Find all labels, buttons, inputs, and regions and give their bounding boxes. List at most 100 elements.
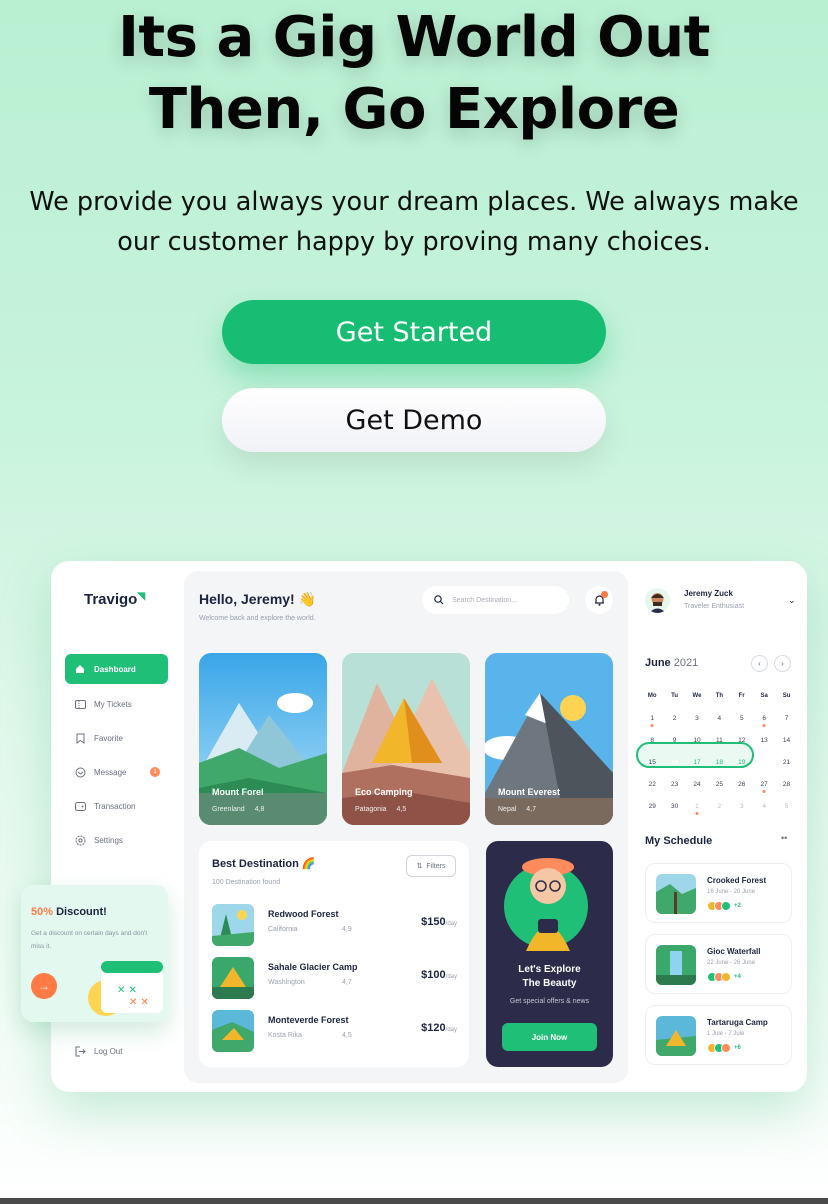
hero-subtitle: We provide you always your dream places.…	[10, 182, 818, 262]
destination-card-mount-forel[interactable]: Mount Forel Greenland 4,8	[199, 653, 327, 825]
app-logo[interactable]: Travigo◥	[84, 591, 145, 608]
calendar-day[interactable]: 22	[641, 781, 663, 788]
destination-location: California	[268, 926, 298, 933]
calendar-day[interactable]: 13	[753, 737, 775, 744]
schedule-item[interactable]: Tartaruga Camp 1 Jule - 7 Jule +6	[645, 1005, 792, 1065]
calendar-day[interactable]: 9	[663, 737, 685, 744]
calendar-week: 22 23 24 25 26 27 28	[641, 773, 798, 795]
calendar-day[interactable]: 7	[775, 715, 797, 722]
schedule-name: Crooked Forest	[707, 876, 767, 885]
destination-price: $150/day	[421, 916, 457, 928]
calendar-day[interactable]: 23	[663, 781, 685, 788]
calendar-day[interactable]: 19	[731, 759, 753, 766]
sort-icon: ⇅	[416, 863, 423, 870]
calendar-month: June 2021	[645, 657, 699, 669]
calendar-day[interactable]: 3	[731, 803, 753, 810]
hero-title-line1: Its a Gig World Out	[118, 5, 710, 70]
sidebar-item-favorite[interactable]: Favorite	[65, 723, 168, 753]
calendar-day[interactable]: 20	[753, 759, 775, 766]
calendar-day[interactable]: 11	[708, 737, 730, 744]
calendar-day[interactable]: 12	[731, 737, 753, 744]
schedule-item[interactable]: Crooked Forest 16 June - 20 June +2	[645, 863, 792, 923]
calendar-day[interactable]: 5	[775, 803, 797, 810]
schedule-item[interactable]: Gioc Waterfall 22 June - 26 June +4	[645, 934, 792, 994]
chevron-down-icon[interactable]: ⌄	[788, 595, 796, 606]
card-meta: Greenland 4,8	[212, 806, 264, 813]
discount-arrow-button[interactable]: →	[31, 973, 57, 999]
destination-card-eco-camping[interactable]: Eco Camping Patagonia 4,5	[342, 653, 470, 825]
weekday-label: Fr	[738, 693, 745, 699]
calendar-day[interactable]: 2	[708, 803, 730, 810]
calendar-day[interactable]: 1	[686, 803, 708, 815]
calendar-day[interactable]: 1	[641, 715, 663, 727]
event-dot	[762, 723, 766, 727]
prev-month-button[interactable]: ‹	[751, 655, 768, 672]
weekday-label: We	[692, 693, 702, 699]
calendar-day[interactable]: 4	[753, 803, 775, 810]
calendar-day[interactable]: 10	[686, 737, 708, 744]
sidebar-item-transaction[interactable]: Transaction	[65, 791, 168, 821]
calendar-day[interactable]: 29	[641, 803, 663, 810]
get-demo-button[interactable]: Get Demo	[222, 388, 606, 452]
calendar-day[interactable]: 4	[708, 715, 730, 722]
card-location: Patagonia	[355, 806, 387, 813]
next-month-button[interactable]: ›	[774, 655, 791, 672]
calendar-day[interactable]: 5	[731, 715, 753, 722]
calendar-week: 29 30 1 2 3 4 5	[641, 795, 798, 817]
avatar[interactable]	[645, 588, 670, 613]
calendar-day[interactable]: 27	[753, 781, 775, 793]
sidebar-item-label: Favorite	[94, 733, 123, 743]
calendar-day[interactable]: 14	[775, 737, 797, 744]
card-rating: 4,7	[526, 806, 537, 813]
calendar-day[interactable]: 2	[663, 715, 685, 722]
destination-price: $100/day	[421, 969, 457, 981]
card-location: Nepal	[498, 806, 517, 813]
chevron-right-icon: ›	[781, 659, 784, 668]
calendar-day[interactable]: 24	[686, 781, 708, 788]
get-started-button[interactable]: Get Started	[222, 300, 606, 364]
eco-camping-illustration	[342, 653, 470, 825]
participants: +6	[707, 1043, 741, 1053]
hero-title-line2: Then, Go Explore	[148, 77, 680, 142]
sidebar-item-message[interactable]: Message 1	[65, 757, 168, 787]
destination-card-mount-everest[interactable]: Mount Everest Nepal 4,7	[485, 653, 613, 825]
calendar-day[interactable]: 3	[686, 715, 708, 722]
destination-location: Washington	[268, 979, 305, 986]
greeting: Hello, Jeremy! 👋	[199, 591, 317, 607]
calendar-day[interactable]: 16	[663, 759, 685, 766]
weekday-label: Tu	[671, 693, 679, 699]
calendar-day[interactable]: 6	[753, 715, 775, 727]
join-now-button[interactable]: Join Now	[502, 1023, 597, 1051]
search-placeholder: Search Destination...	[452, 596, 517, 604]
sidebar-item-dashboard[interactable]: Dashboard	[65, 654, 168, 684]
calendar-day[interactable]: 18	[708, 759, 730, 766]
promo-card: Let's Explore The Beauty Get special offe…	[486, 841, 613, 1067]
best-destination-count: 100 Destination found	[212, 879, 281, 886]
sidebar-item-settings[interactable]: Settings	[65, 825, 168, 855]
list-item[interactable]: Redwood Forest California 4,9 $150/day	[212, 904, 457, 948]
calendar-day[interactable]: 30	[663, 803, 685, 810]
user-role: Traveler Enthusiast	[684, 603, 745, 610]
sidebar-item-label: Dashboard	[94, 664, 136, 674]
calendar-day[interactable]: 26	[731, 781, 753, 788]
filters-button[interactable]: ⇅ Filters	[406, 855, 456, 877]
calendar-day[interactable]: 21	[775, 759, 797, 766]
message-icon	[74, 766, 86, 778]
svg-text:✕ ✕: ✕ ✕	[129, 997, 149, 1008]
welcome-text: Welcome back and explore the world.	[199, 615, 316, 622]
schedule-date: 16 June - 20 June	[707, 889, 756, 895]
list-item[interactable]: Sahale Glacier Camp Washington 4,7 $100/…	[212, 957, 457, 1001]
logout-button[interactable]: Log Out	[75, 1046, 122, 1057]
calendar-day[interactable]: 15	[641, 759, 663, 766]
sidebar-item-my-tickets[interactable]: My Tickets	[65, 689, 168, 719]
search-input[interactable]: Search Destination...	[422, 586, 569, 614]
calendar-day[interactable]: 25	[708, 781, 730, 788]
calendar-day[interactable]: 8	[641, 737, 663, 744]
message-badge: 1	[150, 767, 160, 777]
notification-button[interactable]	[585, 586, 613, 614]
calendar-day[interactable]: 28	[775, 781, 797, 788]
calendar-day[interactable]: 17	[686, 759, 708, 766]
main-panel: Hello, Jeremy! 👋 Welcome back and explor…	[184, 571, 628, 1083]
list-item[interactable]: Monteverde Forest Kosta Rika 4,5 $120/da…	[212, 1010, 457, 1054]
more-options-icon[interactable]: ••	[781, 833, 787, 843]
